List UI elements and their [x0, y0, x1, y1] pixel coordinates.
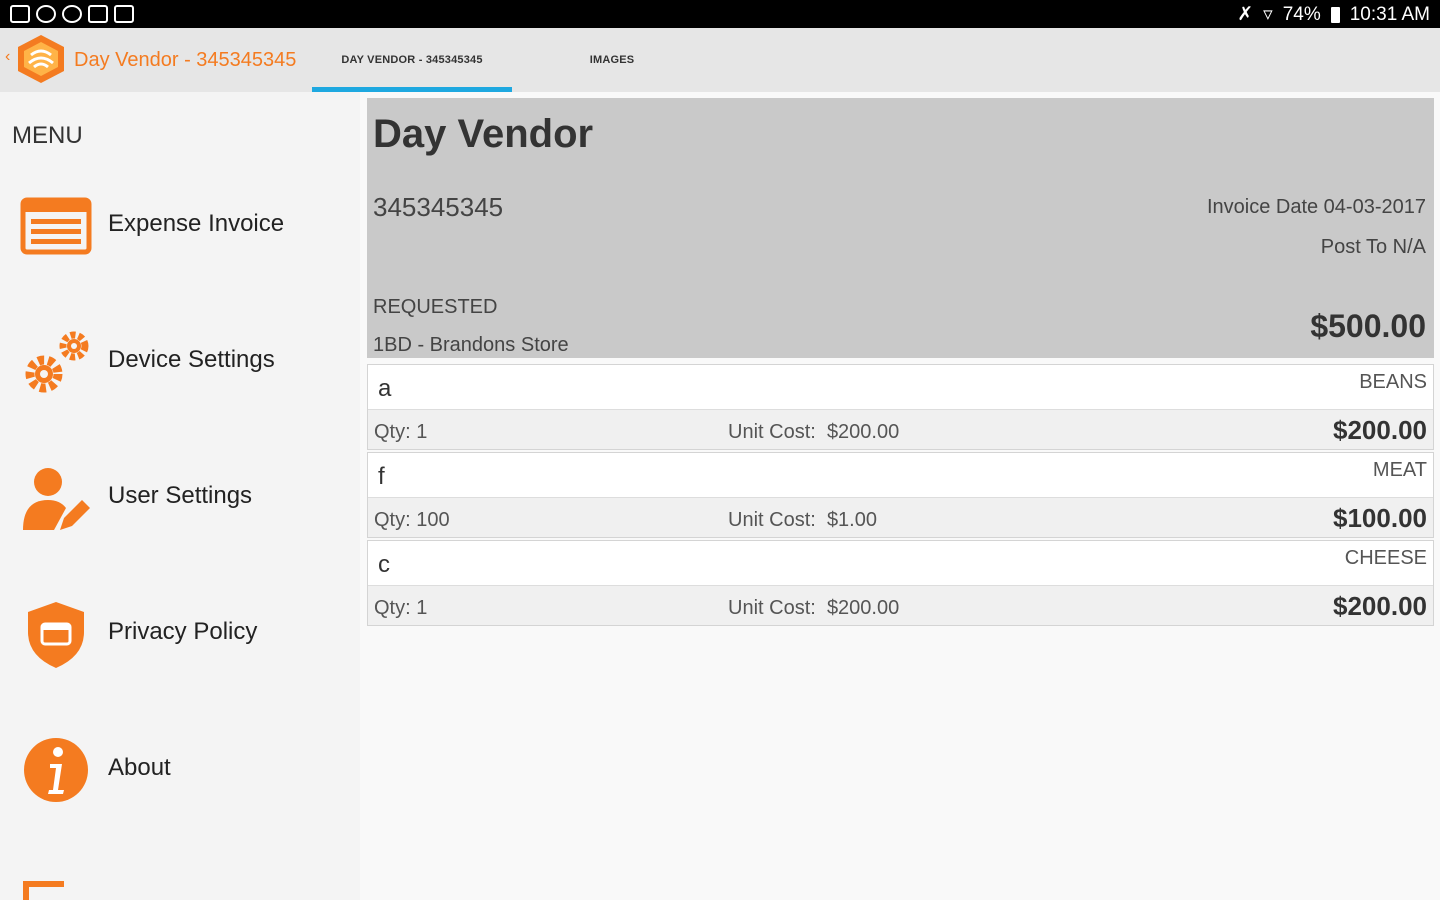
- sidebar-menu: MENU Expense Invoice Device Settings Use…: [0, 92, 360, 900]
- logout-icon: [23, 881, 64, 900]
- app-bar: ‹ Day Vendor - 345345345 DAY VENDOR - 34…: [0, 28, 1440, 92]
- post-to: Post To N/A: [1320, 236, 1426, 258]
- tab-day-vendor[interactable]: DAY VENDOR - 345345345: [312, 28, 512, 92]
- line-item-unit-cost: Unit Cost: $200.00: [728, 421, 899, 444]
- line-item-header: c CHEESE: [368, 541, 1433, 586]
- unit-cost-value: $1.00: [826, 509, 877, 531]
- sidebar-item-expense-invoice[interactable]: Expense Invoice: [0, 174, 360, 274]
- line-item-category: BEANS: [1359, 371, 1427, 393]
- line-item[interactable]: f MEAT Qty: 100 Unit Cost: $1.00 $100.00: [367, 452, 1434, 538]
- clock: 10:31 AM: [1349, 3, 1430, 25]
- gears-icon: [25, 331, 89, 393]
- line-item-qty: Qty: 100: [374, 509, 450, 531]
- battery-percent: 74%: [1282, 3, 1321, 25]
- sidebar-item-label: Privacy Policy: [108, 618, 258, 645]
- battery-icon: [1330, 6, 1340, 23]
- app-notification-icon: [62, 5, 82, 23]
- unit-cost-value: $200.00: [826, 421, 900, 443]
- notification-icons: [10, 5, 134, 23]
- invoice-header: Day Vendor 345345345 Invoice Date 04-03-…: [367, 98, 1434, 358]
- line-item-amount: $100.00: [1333, 503, 1427, 533]
- status-bar: ✗ ▿ 74% 10:31 AM: [0, 0, 1440, 28]
- store-name: 1BD - Brandons Store: [373, 334, 569, 356]
- shield-icon: [28, 602, 84, 668]
- line-item-qty: Qty: 1: [374, 597, 428, 619]
- sidebar-item-label: Expense Invoice: [108, 210, 285, 237]
- line-item-header: f MEAT: [368, 453, 1433, 498]
- invoice-date: Invoice Date 04-03-2017: [1206, 196, 1426, 218]
- unit-cost-label: Unit Cost:: [728, 421, 816, 443]
- screenshot-icon: [88, 5, 108, 23]
- line-item[interactable]: c CHEESE Qty: 1 Unit Cost: $200.00 $200.…: [367, 540, 1434, 626]
- line-item-category: MEAT: [1372, 459, 1427, 481]
- unit-cost-label: Unit Cost:: [728, 509, 816, 531]
- sidebar-item-partial[interactable]: [0, 854, 360, 900]
- app-title: Day Vendor - 345345345: [74, 49, 297, 71]
- back-chevron-icon[interactable]: ‹: [5, 48, 10, 66]
- line-item-code: f: [378, 463, 385, 490]
- line-item[interactable]: a BEANS Qty: 1 Unit Cost: $200.00 $200.0…: [367, 364, 1434, 450]
- tab-label: IMAGES: [589, 54, 635, 66]
- line-item-code: a: [378, 375, 392, 402]
- invoice-detail: Day Vendor 345345345 Invoice Date 04-03-…: [360, 92, 1440, 900]
- line-item-category: CHEESE: [1344, 547, 1427, 569]
- sidebar-item-label: Device Settings: [108, 346, 275, 373]
- sidebar-item-label: User Settings: [108, 482, 253, 509]
- vendor-name: Day Vendor: [373, 112, 594, 156]
- sidebar-item-label: About: [108, 754, 171, 781]
- mute-icon: ✗: [1237, 4, 1254, 25]
- status-badge: REQUESTED: [373, 296, 498, 318]
- wifi-icon: ▿: [1263, 4, 1273, 25]
- menu-heading: MENU: [12, 122, 83, 149]
- line-item-header: a BEANS: [368, 365, 1433, 410]
- invoice-icon: [20, 197, 92, 255]
- line-item-qty: Qty: 1: [374, 421, 428, 443]
- invoice-total: $500.00: [1310, 308, 1426, 344]
- gallery-icon: [10, 5, 30, 23]
- line-item-unit-cost: Unit Cost: $200.00: [728, 597, 899, 620]
- line-item-amount: $200.00: [1333, 591, 1427, 621]
- sidebar-item-user-settings[interactable]: User Settings: [0, 446, 360, 546]
- user-edit-icon: [23, 468, 90, 530]
- line-item-amount: $200.00: [1333, 415, 1427, 445]
- app-logo-icon[interactable]: [14, 33, 68, 85]
- app-notification-icon: [36, 5, 56, 23]
- status-right: ✗ ▿ 74% 10:31 AM: [1237, 3, 1430, 26]
- info-icon: [24, 738, 88, 802]
- line-item-unit-cost: Unit Cost: $1.00: [728, 509, 877, 532]
- unit-cost-label: Unit Cost:: [728, 597, 816, 619]
- sidebar-item-device-settings[interactable]: Device Settings: [0, 310, 360, 410]
- sidebar-item-privacy-policy[interactable]: Privacy Policy: [0, 582, 360, 682]
- invoice-number: 345345345: [373, 192, 504, 222]
- unit-cost-value: $200.00: [826, 597, 900, 619]
- tab-images[interactable]: IMAGES: [512, 28, 712, 92]
- sidebar-item-about[interactable]: About: [0, 718, 360, 818]
- tab-label: DAY VENDOR - 345345345: [341, 54, 483, 66]
- briefcase-icon: [114, 5, 134, 23]
- line-item-code: c: [378, 551, 390, 578]
